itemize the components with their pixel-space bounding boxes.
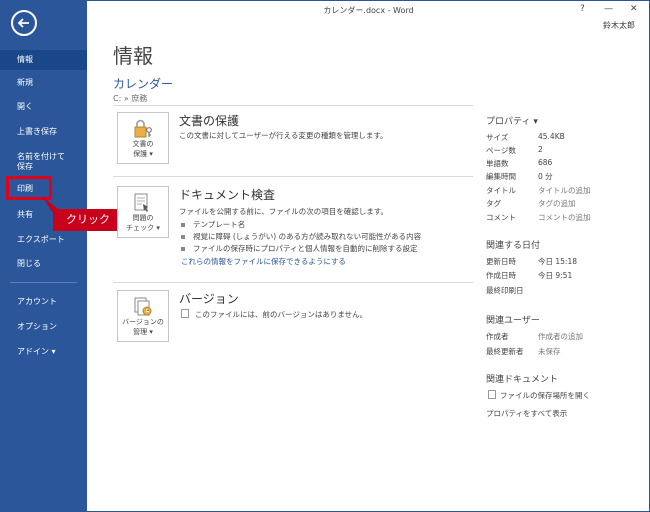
protect-document-button[interactable]: 文書の 保護 ▾ <box>117 112 169 164</box>
allow-save-info-link[interactable]: これらの情報をファイルに保存できるようにする <box>181 256 346 267</box>
versions-icon <box>134 297 152 316</box>
versions-button-label-2: 管理 ▾ <box>133 328 153 336</box>
related-people-header: 関連ユーザー <box>486 316 540 326</box>
show-all-properties-link[interactable]: プロパティをすべて表示 <box>486 408 567 419</box>
date-label: 更新日時 <box>486 257 516 266</box>
property-value: 2 <box>538 145 543 154</box>
inspect-description: ファイルを公開する前に、ファイルの次の項目を確認します。 <box>179 207 389 216</box>
click-callout: クリック <box>53 209 123 231</box>
bullet-icon <box>181 247 185 251</box>
window-title: カレンダー.docx - Word <box>323 6 414 15</box>
property-label: 編集時間 <box>486 172 516 181</box>
bullet-icon <box>181 235 185 239</box>
person-value: 未保存 <box>538 347 561 356</box>
protect-button-label-2: 保護 ▾ <box>133 150 153 158</box>
backstage-sidebar: 情報 新規 開く 上書き保存 名前を付けて 保存 印刷 共有 エクスポート 閉じ… <box>0 0 87 512</box>
date-label: 作成日時 <box>486 271 516 280</box>
document-name: カレンダー <box>113 77 174 91</box>
property-label: タグ <box>486 199 501 208</box>
section-divider <box>113 176 473 177</box>
open-file-location-link[interactable]: ファイルの保存場所を開く <box>500 390 590 401</box>
title-property-field[interactable]: タイトルの追加 <box>538 185 591 196</box>
date-value: 今日 9:51 <box>538 271 573 280</box>
sidebar-item-account[interactable]: アカウント <box>0 296 87 307</box>
document-icon <box>181 309 189 318</box>
check-button-label: 問題の <box>132 214 154 222</box>
sidebar-item-close[interactable]: 閉じる <box>0 258 87 269</box>
sidebar-item-options[interactable]: オプション <box>0 321 87 332</box>
folder-document-icon <box>488 390 496 399</box>
inspect-bullet: ファイルの保存時にプロパティと個人情報を自動的に削除する設定 <box>181 243 418 254</box>
date-value: 今日 15:18 <box>538 257 577 266</box>
help-button[interactable]: ? <box>580 4 585 14</box>
property-label: タイトル <box>486 186 516 195</box>
section-divider <box>113 105 473 106</box>
author-field[interactable]: 作成者の追加 <box>538 331 583 342</box>
scrollbar[interactable] <box>640 32 649 510</box>
property-value: 45.4KB <box>538 132 565 141</box>
close-button[interactable]: ✕ <box>630 4 638 14</box>
protect-title: 文書の保護 <box>179 114 240 128</box>
property-label: サイズ <box>486 133 509 142</box>
inspect-bullet: テンプレート名 <box>181 219 245 230</box>
check-button-label-2: チェック ▾ <box>126 224 160 232</box>
sidebar-item-save[interactable]: 上書き保存 <box>0 126 87 137</box>
protect-description: この文書に対してユーザーが行える変更の種類を管理します。 <box>179 131 388 140</box>
protect-button-label: 文書の <box>132 140 154 148</box>
title-bar: カレンダー.docx - Word <box>87 0 650 20</box>
check-for-issues-button[interactable]: 問題の チェック ▾ <box>117 186 169 238</box>
properties-header[interactable]: プロパティ ▾ <box>486 114 538 127</box>
property-value: 0 分 <box>538 172 553 181</box>
versions-title: バージョン <box>179 292 239 306</box>
section-divider <box>113 282 473 283</box>
versions-description: このファイルには、前のバージョンはありません。 <box>195 310 368 319</box>
property-value: 686 <box>538 158 553 167</box>
back-arrow-icon[interactable] <box>11 10 37 36</box>
sidebar-divider <box>10 282 77 283</box>
comment-property-field[interactable]: コメントの追加 <box>538 212 591 223</box>
tag-property-field[interactable]: タグの追加 <box>538 198 576 209</box>
bullet-text: 視覚に障碍 (しょうがい) のある方が読み取れない可能性がある内容 <box>193 232 422 241</box>
manage-versions-button[interactable]: バージョンの 管理 ▾ <box>117 290 169 342</box>
inspect-document-icon <box>134 193 148 212</box>
sidebar-item-save-as-line2[interactable]: 保存 <box>0 161 87 172</box>
sidebar-item-info[interactable]: 情報 <box>0 50 87 70</box>
sidebar-item-addins[interactable]: アドイン ▾ <box>0 346 87 357</box>
page-title: 情報 <box>113 44 153 68</box>
versions-button-label: バージョンの <box>122 318 164 326</box>
user-account-name[interactable]: 鈴木太郎 <box>603 20 635 31</box>
lock-key-icon <box>134 119 152 138</box>
related-documents-header: 関連ドキュメント <box>486 375 559 385</box>
sidebar-item-export[interactable]: エクスポート <box>0 234 87 245</box>
bullet-text: テンプレート名 <box>193 220 246 229</box>
property-label: ページ数 <box>486 146 516 155</box>
person-label: 作成者 <box>486 332 509 341</box>
person-label: 最終更新者 <box>486 347 524 356</box>
minimize-button[interactable]: — <box>604 4 613 14</box>
date-label: 最終印刷日 <box>486 286 524 295</box>
bullet-icon <box>181 223 185 227</box>
property-label: 単語数 <box>486 159 509 168</box>
related-dates-header: 関連する日付 <box>486 241 541 251</box>
document-path[interactable]: C: » 庶務 <box>113 93 147 104</box>
bullet-text: ファイルの保存時にプロパティと個人情報を自動的に削除する設定 <box>193 244 418 253</box>
sidebar-item-open[interactable]: 開く <box>0 101 87 112</box>
inspect-title: ドキュメント検査 <box>179 188 276 202</box>
sidebar-item-new[interactable]: 新規 <box>0 77 87 88</box>
property-label: コメント <box>486 213 516 222</box>
inspect-bullet: 視覚に障碍 (しょうがい) のある方が読み取れない可能性がある内容 <box>181 231 421 242</box>
